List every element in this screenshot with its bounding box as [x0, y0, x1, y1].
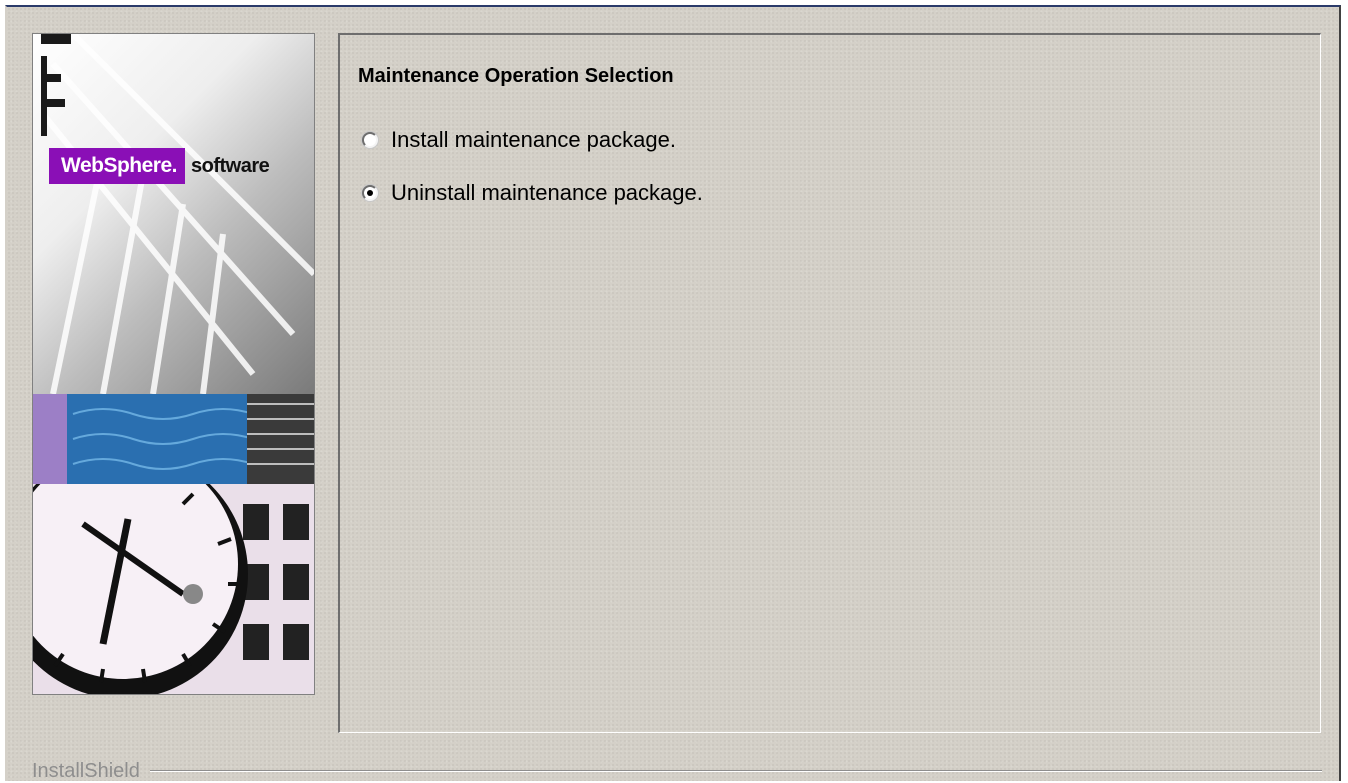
clock-graphic — [33, 449, 309, 694]
footer: InstallShield — [32, 759, 1322, 783]
radio-button-unselected[interactable] — [362, 132, 378, 148]
uninstall-maintenance-option[interactable]: Uninstall maintenance package. — [362, 180, 703, 206]
content-panel: Maintenance Operation Selection Install … — [338, 33, 1321, 733]
installshield-label: InstallShield — [32, 759, 140, 782]
software-logo-text: software — [190, 154, 270, 177]
installer-window: WebSphere. software Maintenance Operatio… — [5, 5, 1341, 783]
install-maintenance-option[interactable]: Install maintenance package. — [362, 127, 676, 153]
uninstall-option-label[interactable]: Uninstall maintenance package. — [391, 180, 703, 206]
radio-button-selected[interactable] — [362, 185, 378, 201]
water-image — [33, 394, 314, 484]
install-option-label[interactable]: Install maintenance package. — [391, 127, 676, 153]
branding-image-panel: WebSphere. software — [32, 33, 315, 695]
water-ripples-graphic — [72, 394, 314, 484]
purple-strip — [33, 394, 67, 484]
radio-selected-dot — [367, 190, 373, 196]
footer-divider — [149, 770, 1322, 772]
clock-image — [33, 449, 314, 694]
building-lattice-graphic — [40, 34, 314, 395]
architecture-image — [33, 34, 314, 395]
page-title: Maintenance Operation Selection — [358, 65, 674, 87]
websphere-logo: WebSphere. software — [49, 148, 270, 184]
websphere-logo-box: WebSphere. — [49, 148, 185, 184]
